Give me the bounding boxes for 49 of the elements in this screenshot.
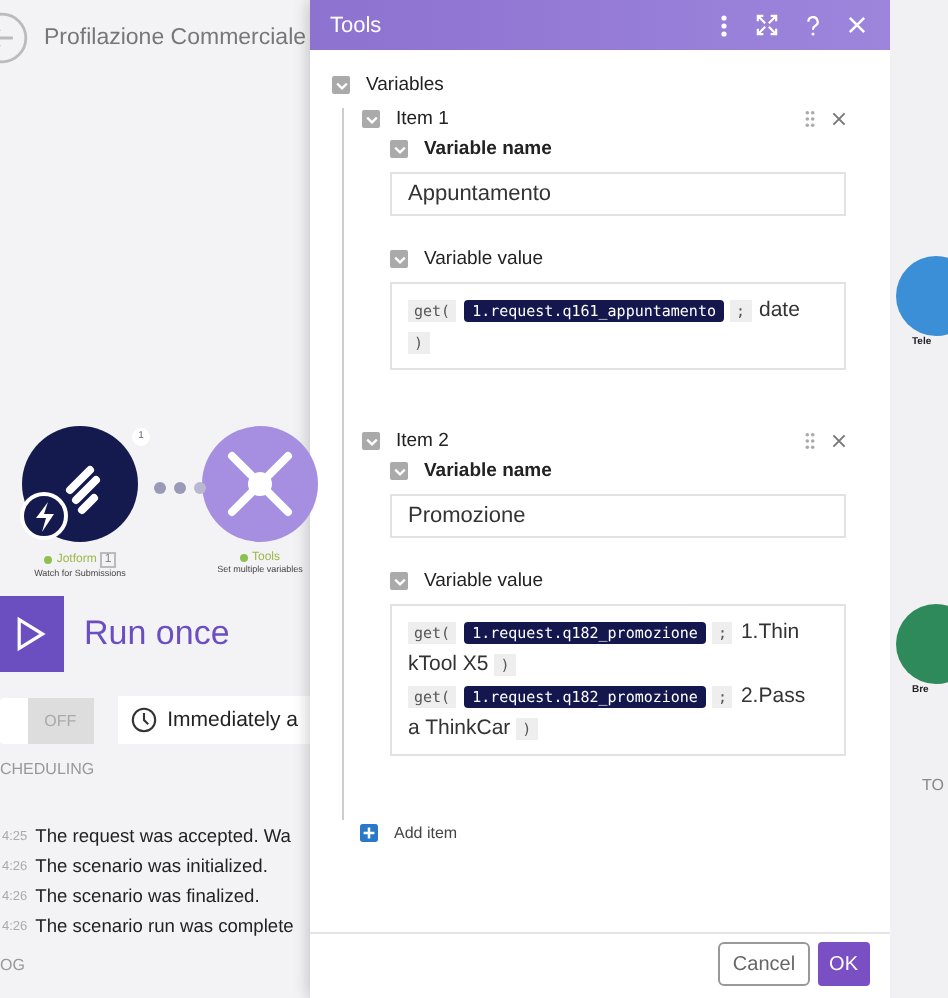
scheduling-label: CHEDULING [0, 760, 97, 778]
value-text: kTool X5 [408, 652, 489, 676]
ok-button[interactable]: OK [817, 942, 870, 986]
remove-icon[interactable] [832, 434, 846, 448]
item-label: Item 1 [396, 108, 449, 130]
drag-handle-icon[interactable] [804, 110, 816, 128]
field-label: Variable name [424, 138, 552, 160]
collapse-toggle[interactable] [390, 250, 408, 268]
clock-icon [129, 706, 158, 734]
module-icon[interactable] [20, 424, 140, 544]
run-button[interactable] [0, 596, 64, 672]
item-label: Item 2 [396, 430, 449, 452]
value-text: date [759, 298, 800, 322]
variable-name-field[interactable]: Promozione [390, 494, 846, 538]
log-message: The request was accepted. Wa [35, 826, 291, 850]
value-text: a ThinkCar [408, 716, 511, 740]
more-icon[interactable] [720, 13, 728, 37]
add-item-link[interactable]: Add item [394, 824, 458, 842]
expand-icon[interactable] [756, 14, 778, 36]
module-caption: TO [922, 776, 944, 794]
remove-icon[interactable] [832, 112, 846, 126]
collapse-toggle[interactable] [390, 572, 408, 590]
field-label: Variable value [424, 570, 544, 592]
dialog-title: Tools [330, 13, 382, 37]
field-label: Variable name [424, 460, 552, 482]
tools-icon[interactable] [200, 424, 320, 544]
collapse-toggle[interactable] [362, 432, 380, 450]
field-label: Variable value [424, 248, 544, 270]
collapse-toggle[interactable] [390, 462, 408, 480]
collapse-toggle[interactable] [332, 76, 350, 94]
plus-icon[interactable] [360, 824, 378, 842]
section-label: Variables [366, 74, 444, 96]
collapse-toggle[interactable] [362, 110, 380, 128]
collapse-toggle[interactable] [390, 140, 408, 158]
variable-name-field[interactable]: Appuntamento [390, 172, 846, 216]
log-message: The scenario was finalized. [35, 886, 260, 910]
value-text: 2.Pass [740, 684, 806, 708]
play-icon [12, 616, 48, 652]
log-label: OG [0, 956, 27, 974]
drag-handle-icon[interactable] [804, 432, 816, 450]
help-icon[interactable] [806, 15, 820, 35]
close-icon[interactable] [848, 16, 866, 34]
cancel-button[interactable]: Cancel [718, 942, 810, 986]
log-message: The scenario was initialized. [35, 856, 268, 880]
value-text: 1.Thin [740, 620, 800, 644]
log-message: The scenario run was complete [35, 916, 294, 940]
run-once-label[interactable]: Run once [84, 614, 230, 654]
scenario-title: Profilazione Commerciale [44, 26, 307, 50]
schedule-setting[interactable]: Immediately a [117, 696, 310, 744]
